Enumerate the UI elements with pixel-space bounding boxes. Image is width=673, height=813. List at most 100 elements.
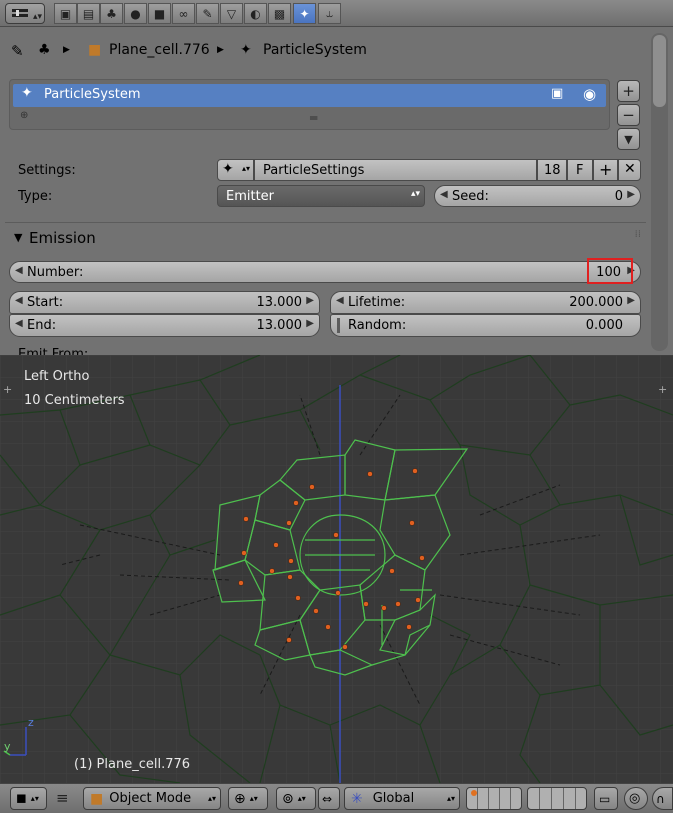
updown-icon: ▴▾ <box>207 794 216 803</box>
particles-icon: ✦ <box>299 6 310 21</box>
tab-data[interactable]: ▽ <box>220 3 243 24</box>
updown-icon: ▴▾ <box>30 794 39 803</box>
drag-grip-icon[interactable]: ⁞⁞ <box>635 229 641 240</box>
arrow-left-icon[interactable]: ◀ <box>336 295 344 306</box>
fake-user-toggle[interactable]: F <box>567 159 593 181</box>
chevron-right-icon: ▶ <box>63 45 70 55</box>
magnet-icon: ∩ <box>656 791 665 806</box>
tab-object[interactable]: ■ <box>148 3 171 24</box>
filter-expand-icon[interactable]: ⊕ <box>20 110 28 121</box>
render-camera-icon[interactable]: ▣ <box>551 86 563 101</box>
settings-name-field[interactable]: ParticleSettings <box>254 159 537 181</box>
breadcrumb-object: Plane_cell.776 <box>109 42 210 58</box>
properties-expand-icon[interactable]: + <box>658 383 667 396</box>
arrow-right-icon[interactable]: ▶ <box>306 295 314 306</box>
type-dropdown[interactable]: Emitter ▴▾ <box>217 185 425 207</box>
menu-icon[interactable]: ≡ <box>56 789 69 807</box>
tab-physics[interactable]: ⥿ <box>318 3 341 24</box>
triangle-down-icon: ▼ <box>14 231 23 244</box>
specials-menu-button[interactable]: ▼ <box>617 128 640 150</box>
users-count: 18 <box>537 159 567 181</box>
render-preview-button[interactable]: ◎ <box>624 787 648 810</box>
breadcrumb: ✎ ♣ ▶ ■ Plane_cell.776 ▶ ✦ ParticleSyste… <box>0 34 650 68</box>
pivot-icon: ⊚ <box>282 790 294 807</box>
updown-icon: ▴▾ <box>410 189 420 199</box>
manipulator-toggle[interactable]: ⇔ <box>318 787 340 810</box>
lifetime-value: 200.000 <box>569 295 623 310</box>
chevron-right-icon: ▶ <box>217 45 224 55</box>
active-layer-dot <box>471 790 477 796</box>
texture-checker-icon: ▩ <box>273 6 286 21</box>
add-slot-button[interactable]: + <box>617 80 640 102</box>
end-field[interactable]: ◀ End: 13.000 ▶ <box>9 314 320 337</box>
pin-icon[interactable]: ✎ <box>11 42 24 60</box>
list-item[interactable]: ✦ ParticleSystem ▣ ◉ <box>13 84 606 107</box>
mode-dropdown[interactable]: ■ Object Mode ▴▾ <box>83 787 221 810</box>
tab-particles[interactable]: ✦ <box>293 3 316 24</box>
plus-icon: + <box>599 160 613 179</box>
tab-texture[interactable]: ▩ <box>268 3 291 24</box>
arrow-left-icon[interactable]: ◀ <box>15 295 23 306</box>
blender-window: ▴▾ ▣ ▤ ♣ ● ■ ∞ ✎ ▽ ◐ ▩ ✦ ⥿ ✎ ♣ ▶ ■ Plane… <box>0 0 673 813</box>
viewport-shading-dropdown[interactable]: ⊕ ▴▾ <box>228 787 268 810</box>
random-value: 0.000 <box>585 318 623 333</box>
fake-user-label: F <box>576 163 584 178</box>
arrow-left-icon[interactable]: ◀ <box>440 189 448 200</box>
scene-layers-1[interactable] <box>466 787 522 810</box>
grid-floor <box>0 355 673 783</box>
editor-type-menu[interactable]: ◼ ▴▾ <box>10 787 47 810</box>
editor-type-icon: ▴▾ <box>12 9 43 22</box>
cube-icon: ◼ <box>16 791 27 806</box>
tab-constraints[interactable]: ∞ <box>172 3 195 24</box>
toolshelf-expand-icon[interactable]: + <box>3 383 12 396</box>
unlink-settings-button[interactable]: ✕ <box>618 159 641 181</box>
close-icon: ✕ <box>624 161 636 177</box>
settings-browse-button[interactable]: ✦ ▴▾ <box>217 159 254 181</box>
tab-render[interactable]: ▣ <box>54 3 77 24</box>
random-slider[interactable]: Random: 0.000 <box>330 314 641 337</box>
wrench-icon: ✎ <box>202 6 213 21</box>
resize-grip-icon[interactable]: ═ <box>310 111 317 125</box>
arrow-left-icon[interactable]: ◀ <box>15 318 23 329</box>
arrow-right-icon[interactable]: ▶ <box>306 318 314 329</box>
object-mode-icon: ■ <box>90 790 104 807</box>
end-label: End: <box>27 318 57 333</box>
mesh-data-icon: ▽ <box>226 6 237 21</box>
editor-type-menu[interactable]: ▴▾ <box>5 3 45 24</box>
random-label: Random: <box>348 318 407 333</box>
scene-layers-2[interactable] <box>527 787 587 810</box>
arrow-left-icon[interactable]: ◀ <box>15 265 23 276</box>
manipulator-icon: ⇔ <box>322 791 333 806</box>
seed-field[interactable]: ◀ Seed: 0 ▶ <box>434 185 641 207</box>
end-value: 13.000 <box>256 318 303 333</box>
object-cube-icon: ■ <box>88 42 102 58</box>
start-value: 13.000 <box>256 295 303 310</box>
properties-header: ▴▾ ▣ ▤ ♣ ● ■ ∞ ✎ ▽ ◐ ▩ ✦ ⥿ <box>0 0 673 27</box>
particles-icon: ✦ <box>222 161 234 177</box>
tab-scene[interactable]: ♣ <box>100 3 123 24</box>
pivot-point-dropdown[interactable]: ⊚ ▴▾ <box>276 787 316 810</box>
lifetime-label: Lifetime: <box>348 295 406 310</box>
scrollbar-thumb[interactable] <box>653 35 666 107</box>
arrow-right-icon[interactable]: ▶ <box>627 295 635 306</box>
tab-modifiers[interactable]: ✎ <box>196 3 219 24</box>
emission-panel-header[interactable]: ▼ Emission ⁞⁞ <box>5 223 646 253</box>
lock-layers-button[interactable]: ▭ <box>594 787 618 810</box>
new-settings-button[interactable]: + <box>593 159 618 181</box>
particle-system-list[interactable]: ✦ ParticleSystem ▣ ◉ ⊕ ═ <box>9 79 610 130</box>
arrow-right-icon[interactable]: ▶ <box>627 189 635 200</box>
updown-icon: ▴▾ <box>249 794 258 803</box>
3d-viewport[interactable]: Left Ortho 10 Centimeters (1) Plane_cell… <box>0 355 673 783</box>
start-field[interactable]: ◀ Start: 13.000 ▶ <box>9 291 320 314</box>
tab-render-layers[interactable]: ▤ <box>77 3 100 24</box>
tab-material[interactable]: ◐ <box>244 3 267 24</box>
scrollbar[interactable] <box>651 33 668 351</box>
panel-title: Emission <box>29 229 96 247</box>
remove-slot-button[interactable]: − <box>617 104 640 126</box>
snap-button[interactable]: ∩ <box>652 787 673 810</box>
number-field[interactable]: ◀ Number: 100 ▶ <box>9 261 641 283</box>
orientation-dropdown[interactable]: ✳ Global ▴▾ <box>344 787 460 810</box>
lifetime-field[interactable]: ◀ Lifetime: 200.000 ▶ <box>330 291 641 314</box>
eye-icon[interactable]: ◉ <box>583 85 596 103</box>
tab-world[interactable]: ● <box>124 3 147 24</box>
